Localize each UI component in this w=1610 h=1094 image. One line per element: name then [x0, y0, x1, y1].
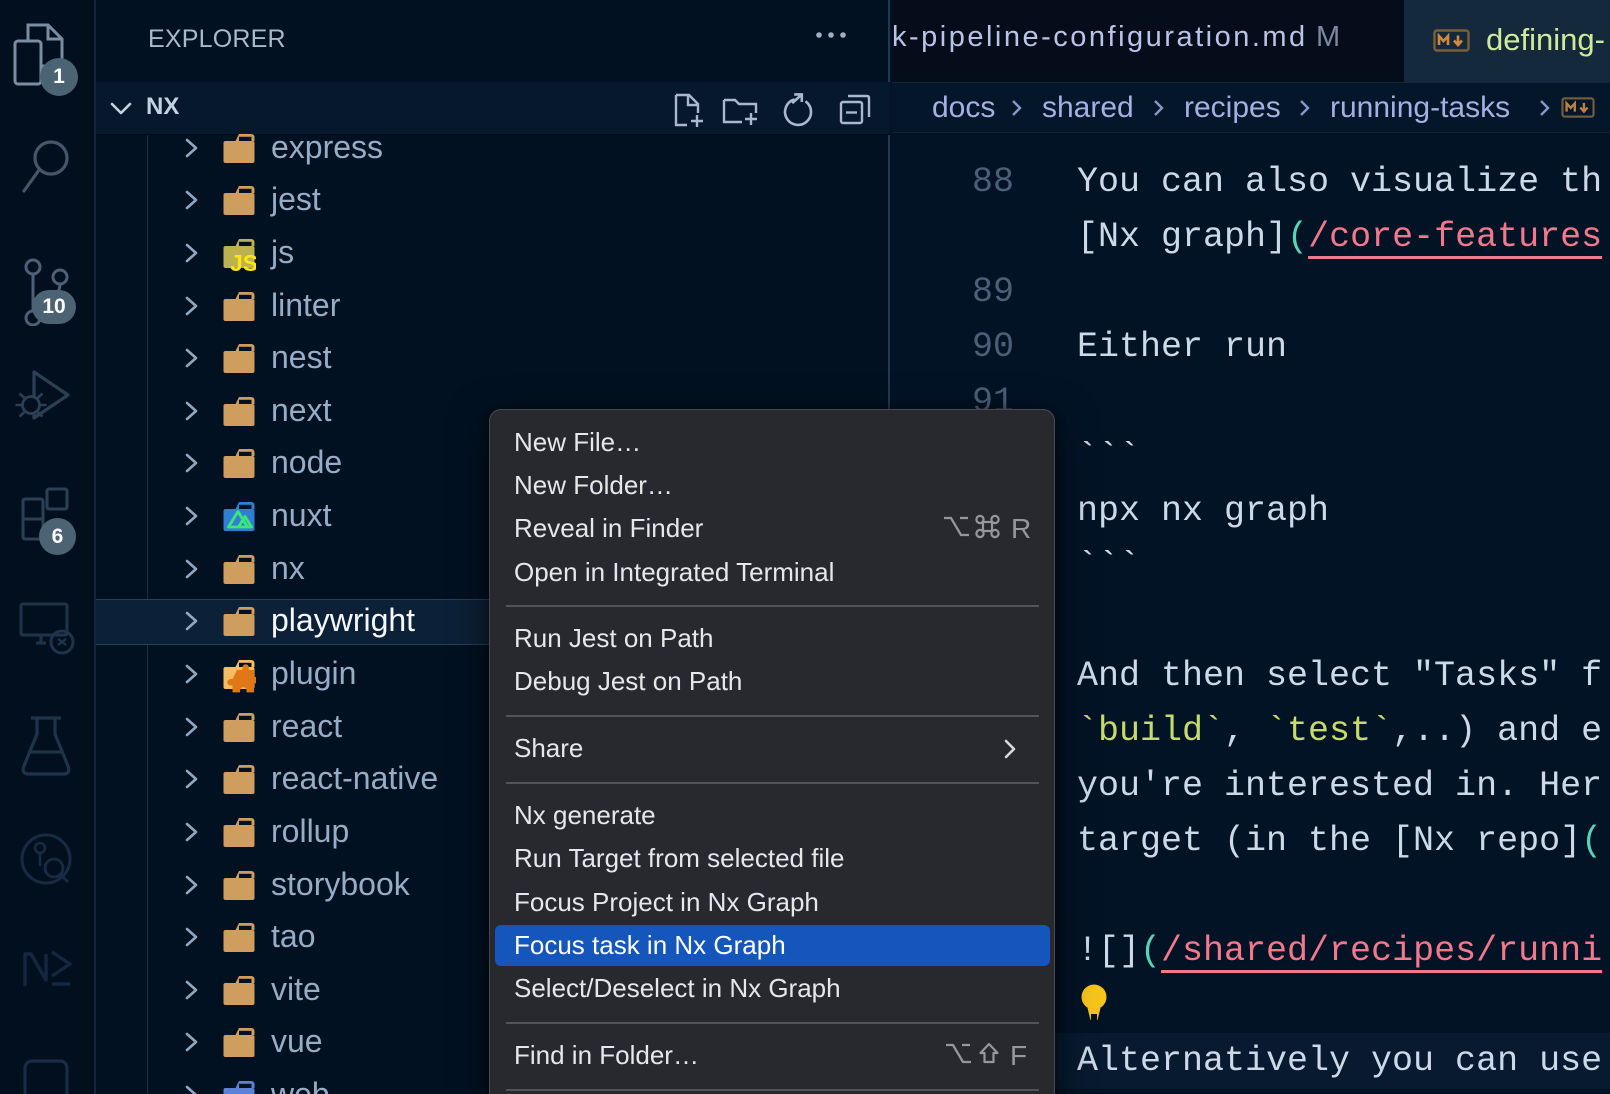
svg-text:JS: JS [230, 250, 256, 272]
svg-text:F: F [1010, 1041, 1027, 1069]
svg-text:R: R [1011, 514, 1031, 542]
